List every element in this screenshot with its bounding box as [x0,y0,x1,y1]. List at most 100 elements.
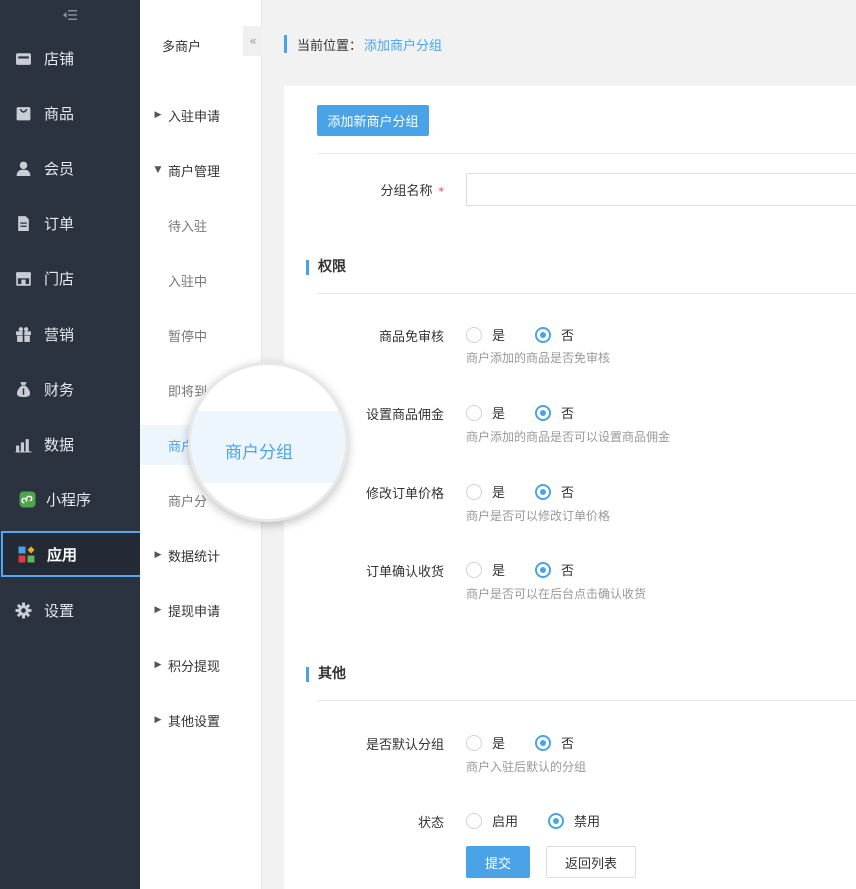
radio-group-goods-commission: 是 否 [466,403,574,422]
sidebar-item-miniprogram[interactable]: 小程序 [0,479,140,519]
sidebar-item-label: 商品 [44,104,75,123]
field-hint: 商户入驻后默认的分组 [466,760,587,774]
subnav-item-other-settings[interactable]: ▶ 其他设置 [140,700,261,740]
subnav-item-label: 数据统计 [168,549,221,565]
radio-label: 是 [492,329,506,344]
radio-enable[interactable]: 启用 [466,811,518,830]
radio-no[interactable]: 否 [535,733,574,752]
sidebar-collapse-icon[interactable] [0,0,140,30]
radio-group-confirm-receipt: 是 否 [466,560,574,579]
store-icon [0,50,44,67]
sidebar-item-apps[interactable]: 应用 [1,531,146,577]
subnav-item-points-withdraw[interactable]: ▶ 积分提现 [140,645,261,685]
sidebar-item-label: 数据 [44,435,75,454]
group-name-label-text: 分组名称 [380,184,433,199]
radio-circle-checked [535,404,552,421]
section-title-permissions: 权限 [306,260,346,275]
radio-circle-checked [535,326,552,343]
bag-icon [0,105,44,122]
radio-no[interactable]: 否 [535,482,574,501]
radio-no[interactable]: 否 [535,403,574,422]
radio-label: 是 [492,407,506,422]
status-label: 状态 [417,816,444,831]
caret-right-icon: ▶ [154,660,162,670]
group-name-input[interactable] [466,173,856,206]
sidebar-item-label: 订单 [44,214,75,233]
section-title-other: 其他 [306,667,346,682]
top-bar: 当前位置： 添加商户分组 [262,0,856,86]
radio-label: 否 [561,737,575,752]
radio-circle-checked [535,483,552,500]
radio-circle-checked [535,734,552,751]
submit-button[interactable]: 提交 [466,846,530,878]
radio-circle [466,561,482,578]
caret-right-icon: ▶ [154,110,162,120]
sidebar-item-members[interactable]: 会员 [0,148,140,188]
subnav-item-merchant-manage[interactable]: ▼ 商户管理 [140,150,261,190]
radio-yes[interactable]: 是 [466,560,505,579]
radio-no[interactable]: 否 [535,325,574,344]
document-icon [0,215,44,232]
add-merchant-group-button[interactable]: 添加新商户分组 [317,105,429,136]
magnifier-callout: 商户分组 [188,362,348,522]
radio-group-goods-review: 是 否 [466,325,574,344]
field-hint: 商户是否可以在后台点击确认收货 [466,587,647,601]
subnav-item-label: 入驻申请 [168,109,221,125]
subnav-item-withdraw[interactable]: ▶ 提现申请 [140,590,261,630]
divider [317,700,856,701]
caret-down-icon: ▼ [154,165,162,175]
required-mark: * [438,185,445,198]
back-to-list-button[interactable]: 返回列表 [546,846,636,878]
sidebar-item-label: 应用 [47,545,78,564]
radio-circle-checked [535,561,552,578]
miniprogram-icon [0,491,46,508]
user-icon [0,160,44,177]
radio-label: 禁用 [574,815,601,830]
field-hint: 商户是否可以修改订单价格 [466,509,611,523]
breadcrumb-current-link[interactable]: 添加商户分组 [364,35,442,54]
radio-circle [466,326,482,343]
subnav-item-apply[interactable]: ▶ 入驻申请 [140,95,261,135]
subnav-item-statistics[interactable]: ▶ 数据统计 [140,535,261,575]
radio-yes[interactable]: 是 [466,325,505,344]
radio-circle-checked [548,812,565,829]
radio-no[interactable]: 否 [535,560,574,579]
caret-right-icon: ▶ [154,550,162,560]
radio-label: 是 [492,486,506,501]
sidebar-item-store[interactable]: 店铺 [0,38,140,78]
field-hint: 商户添加的商品是否免审核 [466,351,611,365]
caret-right-icon: ▶ [154,715,162,725]
sidebar-item-finance[interactable]: 财务 [0,369,140,409]
sidebar-item-label: 财务 [44,380,75,399]
radio-yes[interactable]: 是 [466,403,505,422]
permission-label: 订单确认收货 [365,565,444,580]
subnav-item-pending[interactable]: 待入驻 [140,205,261,245]
shop-icon [0,270,44,287]
field-hint: 商户添加的商品是否可以设置商品佣金 [466,430,671,444]
radio-yes[interactable]: 是 [466,482,505,501]
radio-disable[interactable]: 禁用 [548,811,600,830]
subnav-collapse-button[interactable]: « [243,26,263,56]
apps-grid-icon [3,545,47,563]
sidebar-item-shops[interactable]: 门店 [0,258,140,298]
permission-label: 商品免审核 [378,330,444,345]
gift-icon [0,326,44,343]
main-sidebar: 店铺 商品 会员 订单 门店 营销 财务 数据 小程序 应用 设置 [0,0,146,889]
radio-group-default-group: 是 否 [466,733,574,752]
sidebar-item-label: 门店 [44,269,75,288]
sidebar-item-marketing[interactable]: 营销 [0,314,140,354]
radio-circle [466,404,482,421]
subnav-item-paused[interactable]: 暂停中 [140,315,261,355]
radio-label: 否 [561,564,575,579]
sidebar-item-label: 会员 [44,159,75,178]
radio-yes[interactable]: 是 [466,733,505,752]
radio-label: 是 [492,564,506,579]
sidebar-item-data[interactable]: 数据 [0,424,140,464]
magnifier-text: 商户分组 [225,443,293,463]
sidebar-item-goods[interactable]: 商品 [0,93,140,133]
subnav-item-onboarding[interactable]: 入驻中 [140,260,261,300]
divider [317,153,856,154]
sidebar-item-orders[interactable]: 订单 [0,203,140,243]
sidebar-item-settings[interactable]: 设置 [0,590,140,630]
sidebar-item-label: 店铺 [44,49,75,68]
